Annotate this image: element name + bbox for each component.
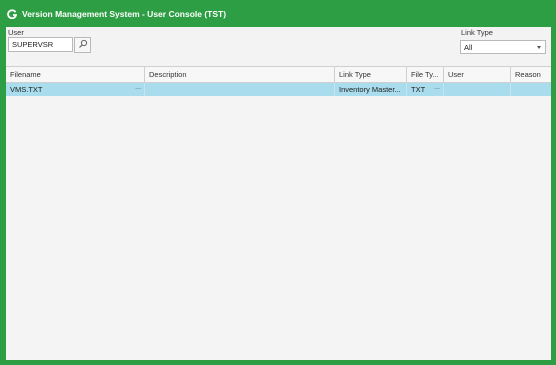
cell-description[interactable] [145,83,335,96]
window-title: Version Management System - User Console… [22,8,227,19]
cell-reason[interactable] [511,83,551,96]
ellipsis-icon[interactable]: ... [135,84,141,91]
cell-file-type[interactable]: TXT ... [407,83,444,96]
app-logo-icon [7,8,17,19]
cell-filename[interactable]: VMS.TXT ... [6,83,145,96]
file-type-value: TXT [411,85,426,94]
column-header-link-type[interactable]: Link Type [335,67,407,83]
link-type-select[interactable]: All [460,40,546,54]
column-header-user[interactable]: User [444,67,511,83]
column-header-file-type[interactable]: File Ty... [407,67,444,83]
column-header-reason[interactable]: Reason [511,67,551,83]
search-icon [78,39,88,51]
table-row[interactable]: VMS.TXT ... Inventory Master... TXT ... [6,83,551,96]
results-grid: Filename Description Link Type File Ty..… [6,66,551,360]
column-header-filename[interactable]: Filename [6,67,145,83]
chevron-down-icon [537,46,541,49]
title-bar: Version Management System - User Console… [0,0,556,27]
filename-value: VMS.TXT [10,85,43,94]
column-header-description[interactable]: Description [145,67,335,83]
cell-user[interactable] [444,83,511,96]
link-type-value: All [464,42,473,52]
main-panel: User Link Type All Filename Description … [6,27,551,360]
user-label: User [8,28,24,37]
link-type-label: Link Type [461,28,493,37]
search-button[interactable] [74,37,91,53]
user-input[interactable] [8,37,73,52]
ellipsis-icon[interactable]: ... [434,84,440,91]
cell-link-type[interactable]: Inventory Master... [335,83,407,96]
